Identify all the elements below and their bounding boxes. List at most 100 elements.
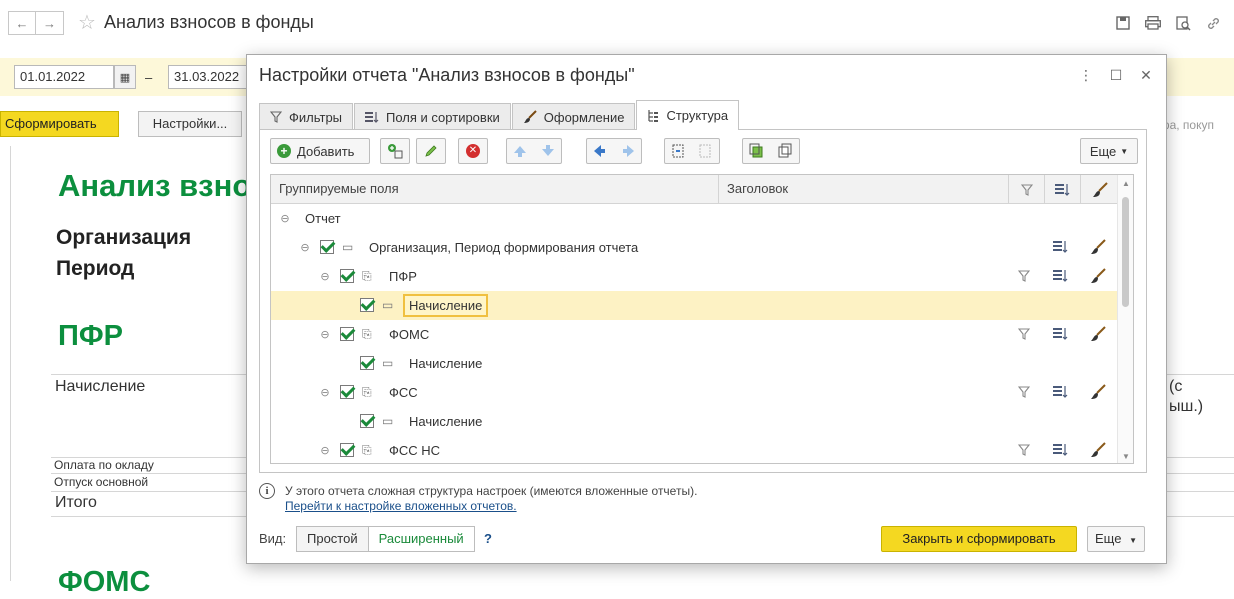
sort-icon[interactable] — [1053, 239, 1069, 255]
collapse-icon[interactable]: ⊖ — [299, 241, 311, 254]
tree-row-fss[interactable]: ⊖ ⎘ ФСС — [271, 378, 1119, 407]
tree-row-accrual-foms[interactable]: ▭ Начисление — [271, 349, 1119, 378]
view-mode-switch: Простой Расширенный — [296, 526, 475, 552]
field-icon: ▭ — [382, 356, 394, 370]
checkbox[interactable] — [360, 414, 374, 428]
tab-appearance[interactable]: Оформление — [511, 103, 636, 130]
collapse-icon[interactable]: ⊖ — [279, 212, 291, 225]
checkbox[interactable] — [360, 356, 374, 370]
maximize-icon[interactable]: ☐ — [1108, 67, 1124, 84]
filter-icon[interactable] — [1016, 326, 1032, 342]
settings-button[interactable]: Настройки... — [138, 111, 242, 137]
tree-row-accrual-pfr[interactable]: ▭ Начисление — [271, 291, 1119, 320]
checkbox[interactable] — [340, 385, 354, 399]
collapse-icon[interactable]: ⊖ — [319, 444, 331, 457]
grid-scrollbar[interactable]: ▲ ▼ — [1117, 175, 1133, 463]
toolbar-more-button[interactable]: Еще ▼ — [1080, 138, 1138, 164]
brush-icon[interactable] — [1090, 239, 1106, 255]
collapse-icon[interactable]: ⊖ — [319, 328, 331, 341]
filter-icon[interactable] — [1016, 384, 1032, 400]
date-from-field[interactable]: 01.01.2022 — [14, 65, 114, 89]
level-left-right-buttons[interactable] — [586, 138, 642, 164]
page-title: Анализ взносов в фонды — [104, 12, 314, 32]
row-label: Начисление — [403, 294, 489, 317]
report-right-col-2: ыш.) — [1169, 398, 1204, 415]
group-ungroup-buttons[interactable] — [664, 138, 720, 164]
copy-paste-buttons[interactable] — [742, 138, 800, 164]
sort-icon[interactable] — [1053, 442, 1069, 458]
generate-button[interactable]: Сформировать — [0, 111, 119, 137]
calendar-from-icon[interactable]: ▦ — [114, 65, 136, 89]
tab-fields-sorting[interactable]: Поля и сортировки — [354, 103, 511, 130]
collapse-icon[interactable]: ⊖ — [319, 386, 331, 399]
save-icon[interactable] — [1114, 14, 1132, 32]
tab-filters[interactable]: Фильтры — [259, 103, 354, 130]
row-label: ФОМС — [389, 327, 430, 342]
checkbox[interactable] — [320, 240, 334, 254]
delete-button[interactable]: ✕ — [458, 138, 488, 164]
grid-header: Группируемые поля Заголовок — [271, 175, 1133, 204]
add-button[interactable]: + Добавить — [270, 138, 370, 164]
mode-simple-button[interactable]: Простой — [296, 526, 369, 552]
report-accrual-label: Начисление — [55, 378, 146, 395]
tab-structure[interactable]: Структура — [636, 100, 740, 130]
col-grouped-fields[interactable]: Группируемые поля — [271, 175, 719, 204]
link-icon[interactable] — [1204, 14, 1222, 32]
add-icon: + — [277, 144, 291, 158]
scroll-up-icon[interactable]: ▲ — [1118, 179, 1133, 188]
tree-row-foms[interactable]: ⊖ ⎘ ФОМС — [271, 320, 1119, 349]
preview-icon[interactable] — [1174, 14, 1192, 32]
help-icon[interactable]: ? — [484, 531, 492, 546]
move-up-down-buttons[interactable] — [506, 138, 562, 164]
row-label: ФСС НС — [389, 443, 441, 458]
tree-row-report[interactable]: ⊖ Отчет — [271, 204, 1119, 233]
sort-icon[interactable] — [1053, 268, 1069, 284]
brush-icon[interactable] — [1090, 384, 1106, 400]
header-icons — [1114, 14, 1222, 32]
mode-extended-button[interactable]: Расширенный — [368, 526, 475, 552]
dropdown-icon: ▼ — [1129, 536, 1137, 545]
checkbox[interactable] — [340, 443, 354, 457]
favorite-star-icon[interactable]: ☆ — [78, 11, 96, 35]
report-section-pfr: ПФР — [58, 320, 123, 352]
tree-row-fss-ns[interactable]: ⊖ ⎘ ФСС НС — [271, 436, 1119, 463]
filter-icon[interactable] — [1016, 268, 1032, 284]
table-icon: ⎘ — [362, 385, 372, 399]
col-brush-icon — [1081, 175, 1119, 204]
edit-button[interactable] — [416, 138, 446, 164]
date-to-field[interactable]: 31.03.2022 — [168, 65, 248, 89]
sort-icon[interactable] — [1053, 326, 1069, 342]
checkbox[interactable] — [360, 298, 374, 312]
filter-icon[interactable] — [1016, 442, 1032, 458]
close-icon[interactable]: ✕ — [1138, 67, 1154, 84]
nested-reports-link[interactable]: Перейти к настройке вложенных отчетов. — [285, 499, 697, 513]
tab-label: Фильтры — [289, 109, 343, 125]
print-icon[interactable] — [1144, 14, 1162, 32]
checkbox[interactable] — [340, 327, 354, 341]
back-button[interactable]: ← — [8, 11, 36, 35]
pencil-icon — [425, 145, 437, 157]
brush-icon[interactable] — [1090, 326, 1106, 342]
scroll-thumb[interactable] — [1122, 197, 1129, 307]
collapse-icon[interactable]: ⊖ — [319, 270, 331, 283]
report-row-salary: Оплата по окладу — [54, 458, 154, 472]
tab-label: Структура — [666, 108, 729, 123]
checkbox[interactable] — [340, 269, 354, 283]
scroll-down-icon[interactable]: ▼ — [1118, 452, 1133, 461]
brush-icon[interactable] — [1090, 442, 1106, 458]
forward-button[interactable]: → — [36, 11, 64, 35]
col-sort-icon — [1045, 175, 1081, 204]
add-group-button[interactable] — [380, 138, 410, 164]
col-title[interactable]: Заголовок — [719, 175, 1009, 204]
tree-row-organization[interactable]: ⊖ ▭ Организация, Период формирования отч… — [271, 233, 1119, 262]
footer-more-button[interactable]: Еще ▼ — [1087, 526, 1145, 552]
more-menu-icon[interactable]: ⋮ — [1078, 67, 1094, 84]
tree-row-pfr[interactable]: ⊖ ⎘ ПФР — [271, 262, 1119, 291]
nav-buttons: ← → — [8, 11, 64, 35]
sort-icon[interactable] — [1053, 384, 1069, 400]
brush-icon[interactable] — [1090, 268, 1106, 284]
close-and-generate-button[interactable]: Закрыть и сформировать — [881, 526, 1077, 552]
add-group-icon — [388, 144, 403, 159]
report-row-vacation: Отпуск основной — [54, 475, 149, 489]
tree-row-accrual-fss[interactable]: ▭ Начисление — [271, 407, 1119, 436]
